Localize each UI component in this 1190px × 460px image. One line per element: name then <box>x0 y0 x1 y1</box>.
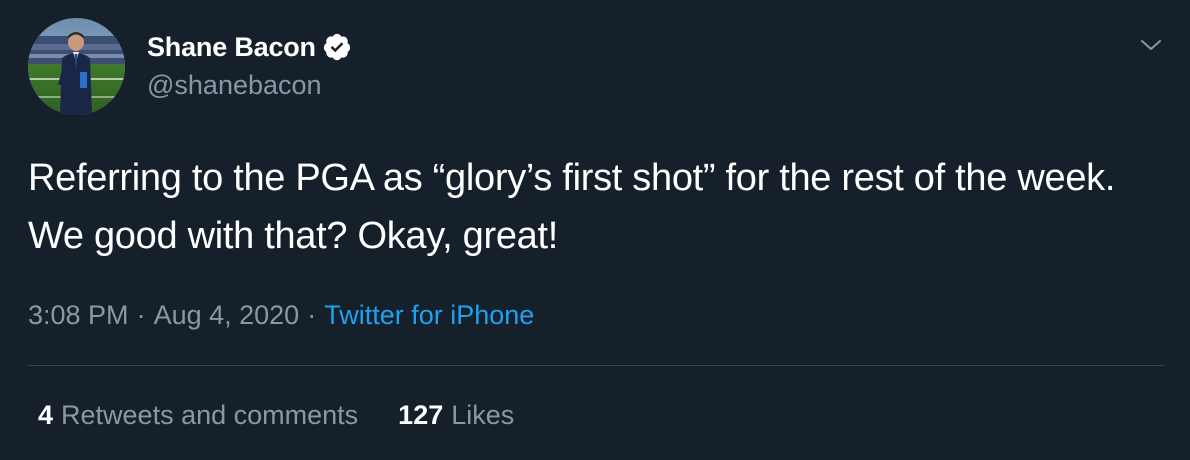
avatar[interactable] <box>28 18 125 115</box>
likes-stat[interactable]: 127 Likes <box>398 397 514 433</box>
chevron-down-icon[interactable] <box>1136 34 1166 56</box>
tweet-source-link[interactable]: Twitter for iPhone <box>324 300 534 330</box>
tweet-text: Referring to the PGA as “glory’s first s… <box>28 157 1116 257</box>
handle[interactable]: @shanebacon <box>147 68 322 102</box>
likes-count: 127 <box>398 400 444 430</box>
tweet-date[interactable]: Aug 4, 2020 <box>154 300 300 330</box>
avatar-image <box>28 18 125 115</box>
meta-separator-2: · <box>307 300 317 330</box>
meta-separator: · <box>136 300 146 330</box>
divider <box>28 365 1164 366</box>
tweet-time[interactable]: 3:08 PM <box>28 300 129 330</box>
retweets-stat[interactable]: 4 Retweets and comments <box>38 397 358 433</box>
tweet-meta: 3:08 PM · Aug 4, 2020 · Twitter for iPhone <box>28 297 534 333</box>
verified-badge-icon <box>322 32 352 62</box>
retweets-count: 4 <box>38 400 54 430</box>
display-name-row[interactable]: Shane Bacon <box>147 30 352 64</box>
retweets-label: Retweets and comments <box>61 400 359 430</box>
tweet-card: Shane Bacon @shanebacon Referring to the… <box>0 0 1190 460</box>
tweet-stats: 4 Retweets and comments 127 Likes <box>38 397 514 433</box>
likes-label: Likes <box>451 400 515 430</box>
display-name[interactable]: Shane Bacon <box>147 30 316 64</box>
